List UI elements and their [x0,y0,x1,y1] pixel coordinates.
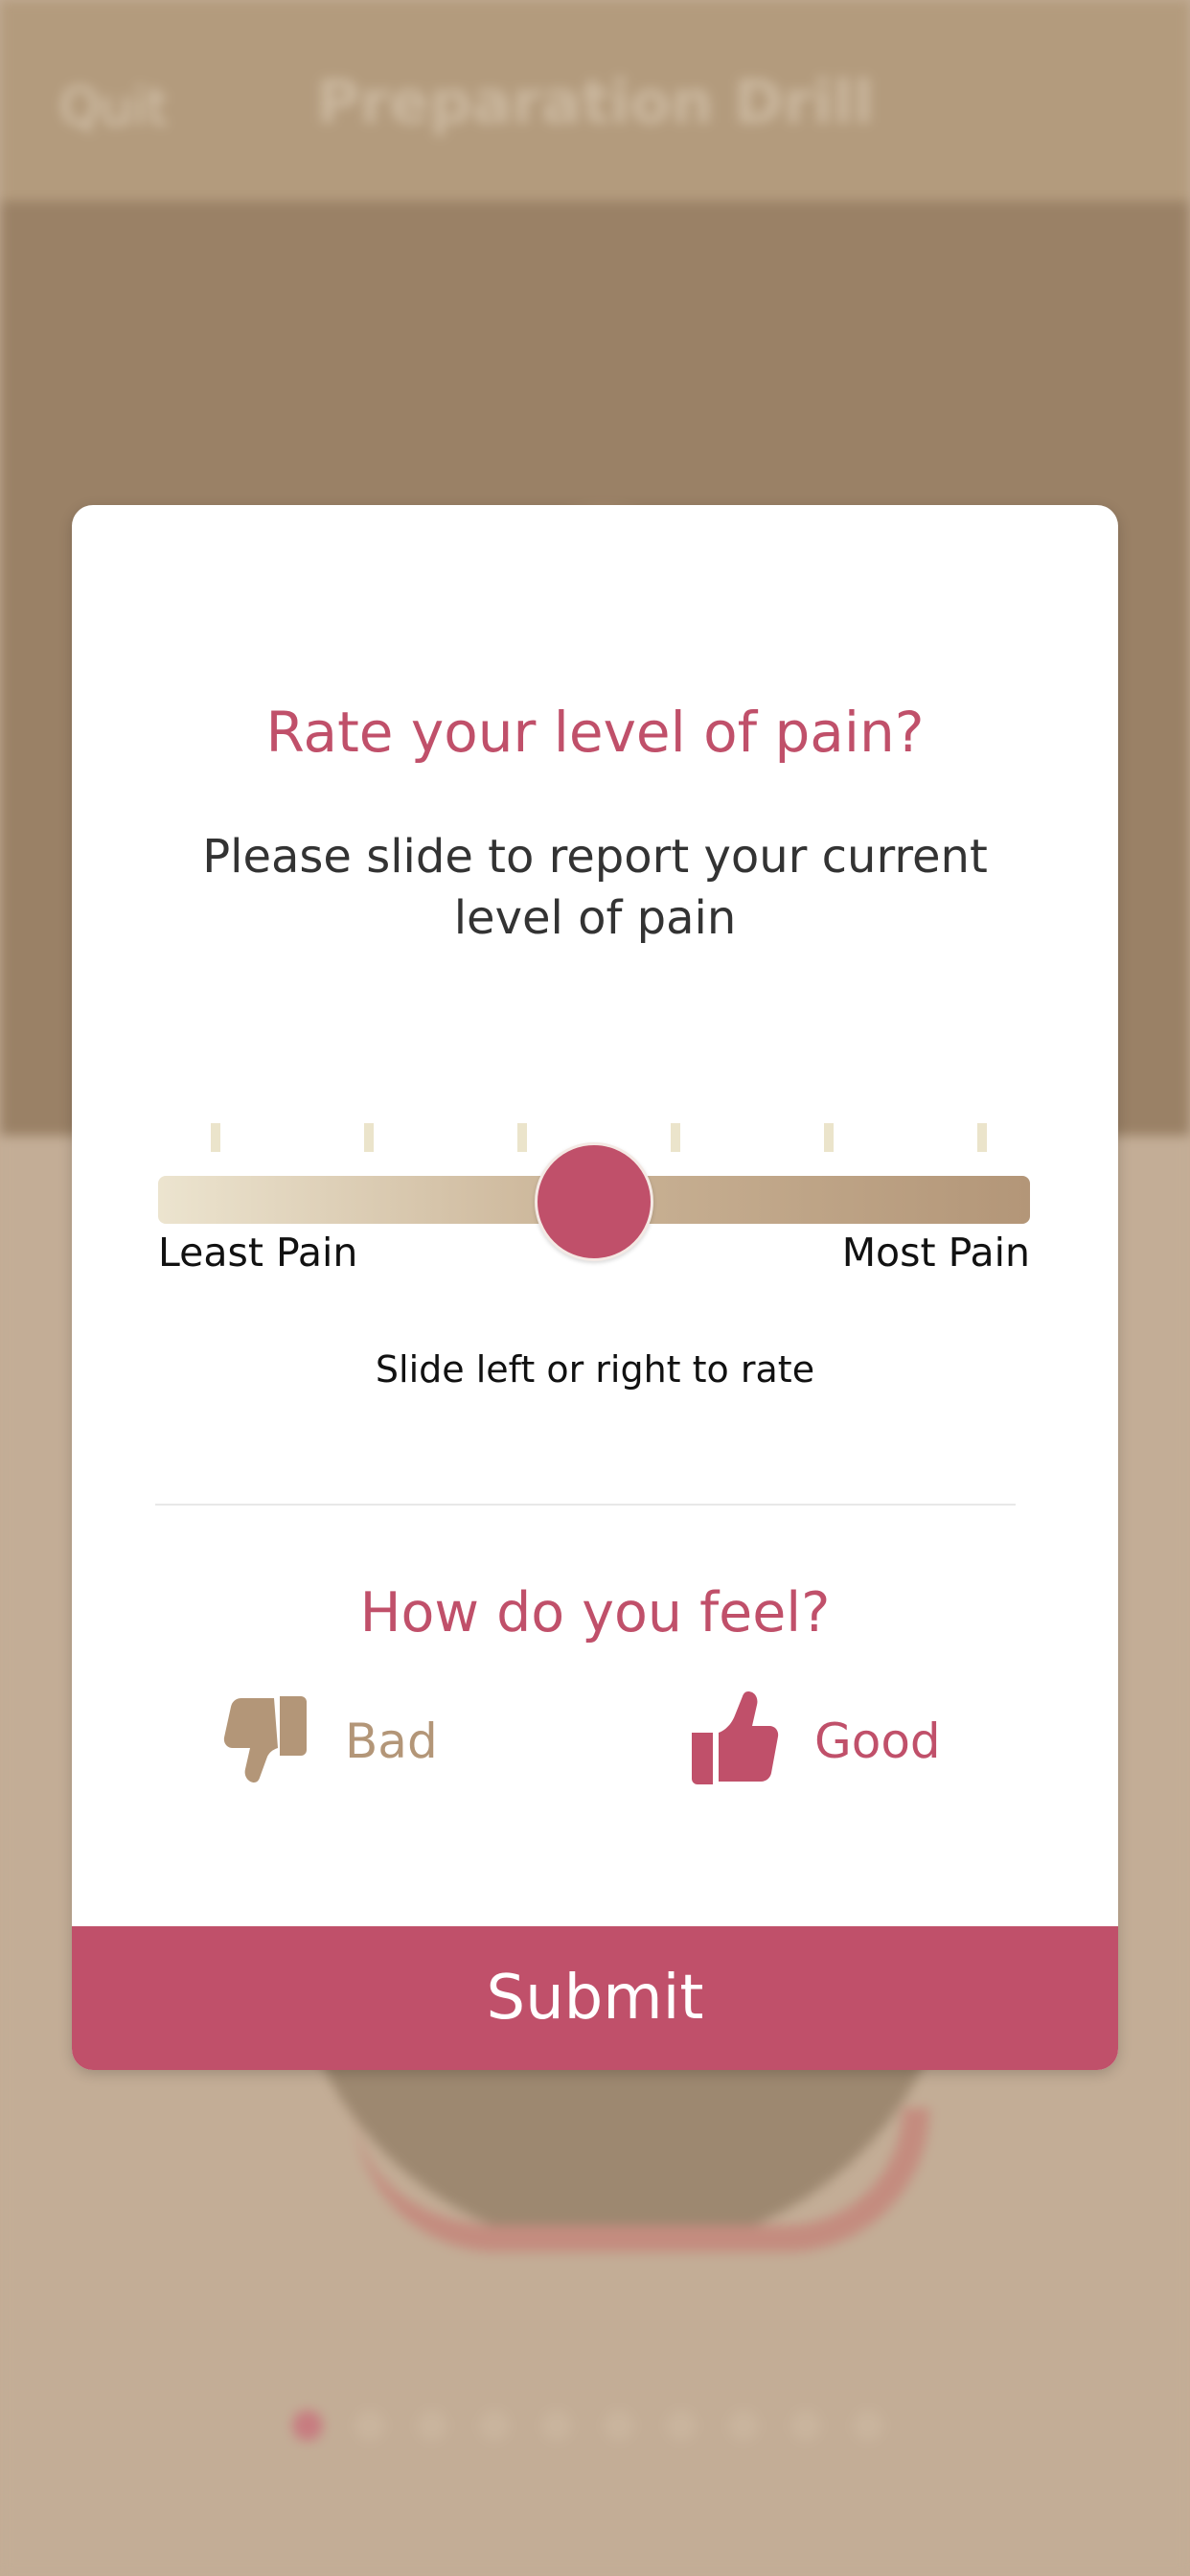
slider-tick [824,1123,834,1152]
slider-tick [671,1123,680,1152]
good-label: Good [814,1714,941,1769]
page-dot [728,2410,759,2441]
thumbs-up-icon [692,1691,779,1784]
divider [155,1504,1016,1506]
thumbs-down-icon [223,1696,307,1782]
page-dot [541,2410,572,2441]
slider-tick [211,1123,220,1152]
dialog-subtitle: Please slide to report your current leve… [202,830,988,945]
timer-progress-arc [355,2108,929,2252]
page-dot [853,2410,883,2441]
page-dot [604,2410,634,2441]
submit-button[interactable]: Submit [72,1926,1118,2070]
feel-title: How do you feel? [359,1581,831,1644]
page-dot [479,2410,510,2441]
page-dot [417,2410,447,2441]
slider-min-label: Least Pain [158,1230,358,1276]
slider-tick [977,1123,987,1152]
pain-rating-dialog: Rate your level of pain? Please slide to… [72,505,1118,2070]
page-dot [666,2410,697,2441]
slider-tick [364,1123,374,1152]
page-dot [355,2410,385,2441]
slider-hint: Slide left or right to rate [375,1348,815,1391]
page-dot [790,2410,821,2441]
header-title: Preparation Drill [316,67,874,137]
slider-tick [517,1123,527,1152]
page-indicator [292,2410,883,2441]
dialog-title: Rate your level of pain? [265,700,925,765]
bad-label: Bad [345,1714,438,1769]
page-dot [292,2410,323,2441]
bad-button[interactable]: Bad [220,1684,438,1799]
app-header: Quit Preparation Drill [0,0,1190,201]
good-button[interactable]: Good [690,1684,941,1799]
pain-slider-thumb[interactable] [535,1142,653,1261]
slider-max-label: Most Pain [841,1230,1030,1276]
